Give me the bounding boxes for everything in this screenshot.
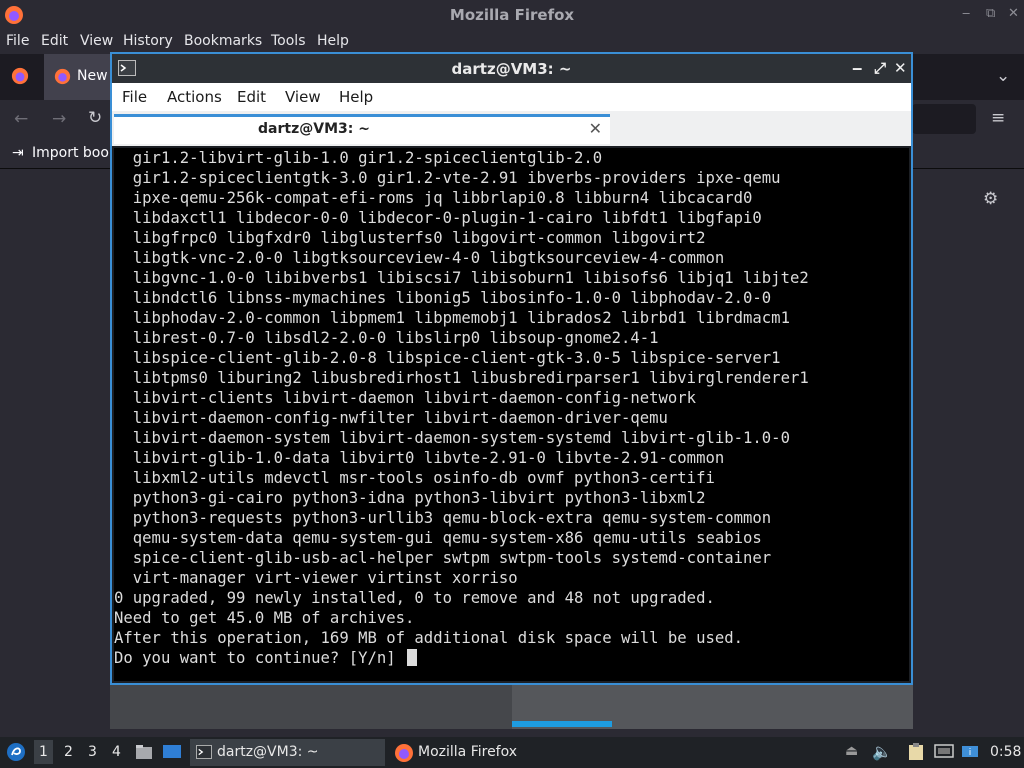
menu-bookmarks[interactable]: Bookmarks bbox=[184, 33, 262, 49]
terminal-line: librest-0.7-0 libsdl2-2.0-0 libslirp0 li… bbox=[114, 329, 659, 347]
clipboard-icon[interactable] bbox=[908, 743, 924, 765]
taskbar-item-label: dartz@VM3: ~ bbox=[217, 744, 319, 760]
settings-gear-icon[interactable]: ⚙ bbox=[983, 189, 998, 209]
terminal-line: Need to get 45.0 MB of archives. bbox=[114, 609, 415, 627]
terminal-line: python3-gi-cairo python3-idna python3-li… bbox=[114, 489, 706, 507]
terminal-line: libgvnc-1.0-0 libibverbs1 libiscsi7 libi… bbox=[114, 269, 809, 287]
menu-history[interactable]: History bbox=[123, 33, 173, 49]
minimize-icon[interactable]: ‒ bbox=[962, 6, 970, 21]
app-menu-icon[interactable] bbox=[6, 742, 26, 766]
firefox-titlebar: Mozilla Firefox ‒ ⧉ ✕ bbox=[0, 0, 1024, 30]
file-manager-icon[interactable] bbox=[135, 743, 153, 765]
menu-view[interactable]: View bbox=[80, 33, 113, 49]
restore-icon[interactable]: ⧉ bbox=[986, 6, 995, 21]
terminal-line: libgfrpc0 libgfxdr0 libglusterfs0 libgov… bbox=[114, 229, 706, 247]
terminal-tab-label: dartz@VM3: ~ bbox=[258, 121, 370, 137]
terminal-line: spice-client-glib-usb-acl-helper swtpm s… bbox=[114, 549, 772, 567]
notification-icon[interactable]: i bbox=[961, 743, 979, 765]
import-bookmarks-link[interactable]: Import book bbox=[32, 145, 117, 161]
terminal-line: libvirt-daemon-config-nwfilter libvirt-d… bbox=[114, 409, 668, 427]
close-icon[interactable]: ✕ bbox=[894, 59, 907, 77]
eject-icon[interactable]: ⏏ bbox=[845, 743, 858, 759]
menu-help[interactable]: Help bbox=[339, 88, 373, 106]
menu-edit[interactable]: Edit bbox=[41, 33, 68, 49]
workspace-1[interactable]: 1 bbox=[34, 740, 53, 764]
firefox-window-title: Mozilla Firefox bbox=[449, 6, 575, 24]
firefox-tab[interactable]: New bbox=[44, 54, 112, 100]
hamburger-menu-icon[interactable]: ≡ bbox=[991, 108, 1005, 128]
firefox-menubar: File Edit View History Bookmarks Tools H… bbox=[0, 30, 1024, 54]
volume-icon[interactable]: 🔈 bbox=[872, 742, 892, 761]
clock[interactable]: 0:58 bbox=[990, 744, 1021, 760]
terminal-line: libvirt-clients libvirt-daemon libvirt-d… bbox=[114, 389, 697, 407]
menu-edit[interactable]: Edit bbox=[237, 88, 266, 106]
list-tabs-chevron-icon[interactable]: ⌄ bbox=[996, 66, 1010, 86]
firefox-urlbar[interactable] bbox=[912, 104, 976, 134]
terminal-line: qemu-system-data qemu-system-gui qemu-sy… bbox=[114, 529, 762, 547]
menu-tools[interactable]: Tools bbox=[271, 33, 306, 49]
menu-view[interactable]: View bbox=[285, 88, 321, 106]
terminal-line: libtpms0 liburing2 libusbredirhost1 libu… bbox=[114, 369, 809, 387]
terminal-line: libspice-client-glib-2.0-8 libspice-clie… bbox=[114, 349, 781, 367]
menu-actions[interactable]: Actions bbox=[167, 88, 222, 106]
terminal-tabbar: dartz@VM3: ~ ✕ bbox=[112, 111, 911, 146]
terminal-window-title: dartz@VM3: ~ bbox=[451, 60, 572, 78]
forward-arrow-icon[interactable]: → bbox=[52, 109, 66, 129]
maximize-icon[interactable]: ⤢ bbox=[874, 59, 886, 77]
terminal-tab[interactable]: dartz@VM3: ~ ✕ bbox=[114, 114, 610, 144]
terminal-line: python3-requests python3-urllib3 qemu-bl… bbox=[114, 509, 772, 527]
menu-file[interactable]: File bbox=[6, 33, 29, 49]
reload-icon[interactable]: ↻ bbox=[88, 108, 102, 128]
minimize-icon[interactable]: ‒ bbox=[852, 59, 862, 77]
terminal-line: 0 upgraded, 99 newly installed, 0 to rem… bbox=[114, 589, 715, 607]
terminal-line: gir1.2-spiceclientgtk-3.0 gir1.2-vte-2.9… bbox=[114, 169, 781, 187]
import-bookmarks-icon: ⇥ bbox=[12, 145, 24, 161]
terminal-line: virt-manager virt-viewer virtinst xorris… bbox=[114, 569, 518, 587]
terminal-line: libndctl6 libnss-mymachines libonig5 lib… bbox=[114, 289, 772, 307]
show-desktop-icon[interactable] bbox=[162, 743, 182, 765]
terminal-icon bbox=[196, 745, 212, 763]
taskbar-item-firefox[interactable]: Mozilla Firefox bbox=[390, 739, 560, 766]
terminal-line: ipxe-qemu-256k-compat-efi-roms jq libbrl… bbox=[114, 189, 753, 207]
firefox-tab-icon bbox=[54, 68, 71, 89]
terminal-window: dartz@VM3: ~ ‒ ⤢ ✕ File Actions Edit Vie… bbox=[110, 52, 913, 685]
terminal-line: libphodav-2.0-common libpmem1 libpmemobj… bbox=[114, 309, 790, 327]
menu-file[interactable]: File bbox=[122, 88, 147, 106]
background-progress-bar bbox=[512, 721, 612, 727]
terminal-menubar: File Actions Edit View Help bbox=[112, 83, 911, 111]
terminal-output[interactable]: gir1.2-libvirt-glib-1.0 gir1.2-spiceclie… bbox=[114, 148, 909, 681]
terminal-cursor bbox=[407, 649, 418, 666]
terminal-line: libgtk-vnc-2.0-0 libgtksourceview-4-0 li… bbox=[114, 249, 725, 267]
terminal-line: After this operation, 169 MB of addition… bbox=[114, 629, 744, 647]
taskbar-item-terminal[interactable]: dartz@VM3: ~ bbox=[190, 739, 385, 766]
network-icon[interactable] bbox=[934, 743, 954, 765]
firefox-view-icon[interactable] bbox=[11, 67, 29, 90]
firefox-icon bbox=[394, 743, 414, 767]
terminal-line: libdaxctl1 libdecor-0-0 libdecor-0-plugi… bbox=[114, 209, 762, 227]
terminal-line: libvirt-daemon-system libvirt-daemon-sys… bbox=[114, 429, 790, 447]
terminal-prompt: Do you want to continue? [Y/n] bbox=[114, 649, 406, 667]
terminal-line: libvirt-glib-1.0-data libvirt0 libvte-2.… bbox=[114, 449, 725, 467]
workspace-4[interactable]: 4 bbox=[112, 744, 121, 760]
menu-help[interactable]: Help bbox=[317, 33, 349, 49]
close-tab-icon[interactable]: ✕ bbox=[589, 119, 602, 138]
svg-text:i: i bbox=[969, 748, 972, 758]
workspace-2[interactable]: 2 bbox=[64, 744, 73, 760]
workspace-3[interactable]: 3 bbox=[88, 744, 97, 760]
back-arrow-icon[interactable]: ← bbox=[14, 109, 28, 129]
firefox-tab-label: New bbox=[77, 68, 108, 84]
close-icon[interactable]: ✕ bbox=[1008, 6, 1019, 21]
terminal-titlebar[interactable]: dartz@VM3: ~ ‒ ⤢ ✕ bbox=[112, 54, 911, 83]
terminal-line: gir1.2-libvirt-glib-1.0 gir1.2-spiceclie… bbox=[114, 149, 603, 167]
taskbar: 1 2 3 4 dartz@VM3: ~ Mozilla Firefox ⏏ 🔈… bbox=[0, 737, 1024, 768]
taskbar-item-label: Mozilla Firefox bbox=[418, 744, 518, 760]
terminal-line: libxml2-utils mdevctl msr-tools osinfo-d… bbox=[114, 469, 715, 487]
